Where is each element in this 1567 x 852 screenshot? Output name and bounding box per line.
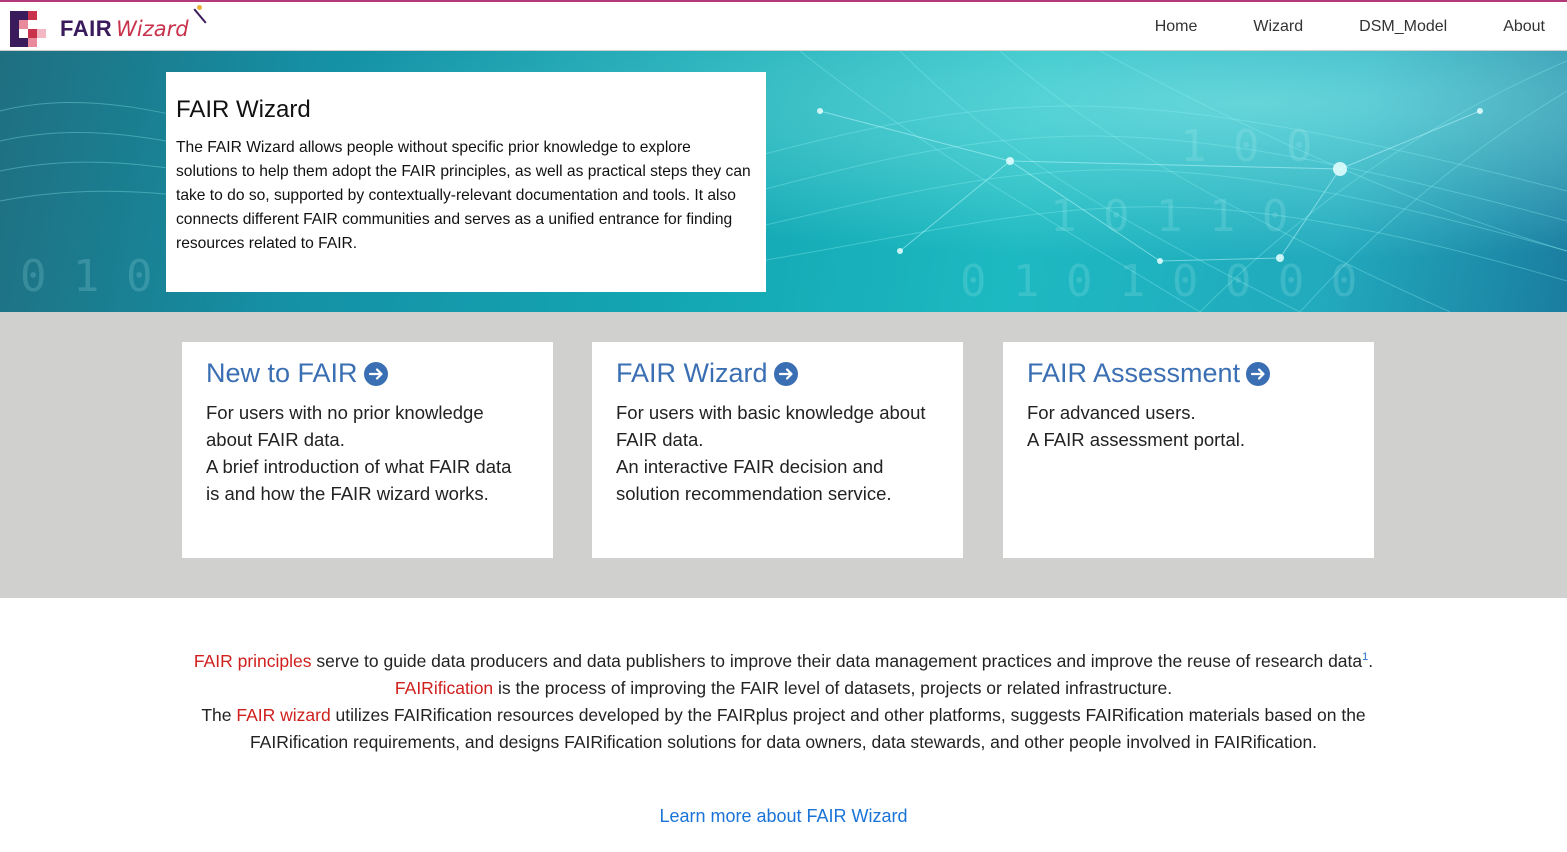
fair-principles-link[interactable]: FAIR principles [194, 651, 312, 671]
nav-wizard[interactable]: Wizard [1225, 18, 1331, 36]
info-text: serve to guide data producers and data p… [311, 651, 1363, 671]
brand-wizard-text: Wizard [116, 17, 189, 41]
card-line-1: For users with basic knowledge about FAI… [616, 402, 926, 450]
card-fair-assessment-link[interactable]: FAIR Assessment [1027, 358, 1350, 389]
info-text-end: . [1368, 651, 1374, 671]
card-fair-assessment: FAIR Assessment For advanced users. A FA… [1003, 342, 1374, 558]
pixel-grid-logo-icon [10, 11, 46, 47]
card-line-2: A FAIR assessment portal. [1027, 429, 1245, 450]
nav-about[interactable]: About [1475, 18, 1567, 36]
wand-tip-icon [196, 5, 202, 10]
card-fair-wizard: FAIR Wizard For users with basic knowled… [592, 342, 963, 558]
card-line-2: A brief introduction of what FAIR data i… [206, 456, 512, 504]
nav-dsm-model[interactable]: DSM_Model [1331, 18, 1475, 36]
top-navbar: FAIR Wizard Home Wizard DSM_Model About [0, 0, 1567, 51]
nav-links: Home Wizard DSM_Model About [1127, 2, 1567, 51]
card-title: FAIR Assessment [1027, 358, 1241, 388]
brand-logo-link[interactable]: FAIR Wizard [10, 5, 207, 48]
nav-home[interactable]: Home [1127, 18, 1226, 36]
arrow-right-circle-icon[interactable] [363, 361, 388, 386]
info-paragraph-wizard-cont: FAIRification requirements, and designs … [0, 729, 1567, 756]
card-title: New to FAIR [206, 358, 358, 388]
card-fair-wizard-link[interactable]: FAIR Wizard [616, 358, 939, 389]
info-text: is the process of improving the FAIR lev… [493, 678, 1173, 698]
magic-wand-icon [193, 8, 207, 24]
card-new-to-fair-link[interactable]: New to FAIR [206, 358, 529, 389]
hero-title: FAIR Wizard [176, 96, 311, 123]
card-description: For users with no prior knowledge about … [206, 399, 529, 507]
svg-text:1 0 1 1 0: 1 0 1 1 0 [1050, 191, 1288, 242]
hero-banner: 0 1 0 1 1 0 1 0 1 0 0 0 0 1 0 1 1 0 1 0 … [0, 51, 1567, 312]
feature-cards-section: New to FAIR For users with no prior know… [0, 312, 1567, 598]
hero-description: The FAIR Wizard allows people without sp… [176, 139, 751, 252]
card-description: For users with basic knowledge about FAI… [616, 399, 939, 507]
svg-text:1 0 0: 1 0 0 [1180, 121, 1312, 172]
info-paragraph-principles: FAIR principles serve to guide data prod… [0, 648, 1567, 675]
arrow-right-circle-icon[interactable] [773, 361, 798, 386]
card-description: For advanced users. A FAIR assessment po… [1027, 399, 1350, 453]
card-line-1: For users with no prior knowledge about … [206, 402, 484, 450]
arrow-right-circle-icon[interactable] [1246, 361, 1271, 386]
info-text: The [201, 705, 237, 725]
info-text: FAIRification requirements, and designs … [249, 732, 1318, 752]
info-text: utilizes FAIRification resources develop… [330, 705, 1366, 725]
fair-wizard-link[interactable]: FAIR wizard [236, 705, 330, 725]
fairification-link[interactable]: FAIRification [395, 678, 493, 698]
card-line-2: An interactive FAIR decision and solutio… [616, 456, 892, 504]
hero-intro-card: FAIR Wizard The FAIR Wizard allows peopl… [166, 72, 766, 292]
brand-name-wizard: Wizard [116, 5, 207, 41]
brand-name-fair: FAIR [60, 16, 113, 41]
info-paragraph-wizard: The FAIR wizard utilizes FAIRification r… [0, 702, 1567, 729]
info-paragraph-fairification: FAIRification is the process of improvin… [0, 675, 1567, 702]
card-new-to-fair: New to FAIR For users with no prior know… [182, 342, 553, 558]
fair-info-section: FAIR principles serve to guide data prod… [0, 598, 1567, 852]
card-title: FAIR Wizard [616, 358, 768, 388]
footnote-link[interactable]: 1 [1362, 651, 1368, 663]
card-line-1: For advanced users. [1027, 402, 1196, 423]
svg-text:0 1 0 1 0 0 0 0: 0 1 0 1 0 0 0 0 [960, 256, 1357, 307]
learn-more-link[interactable]: Learn more about FAIR Wizard [0, 806, 1567, 827]
